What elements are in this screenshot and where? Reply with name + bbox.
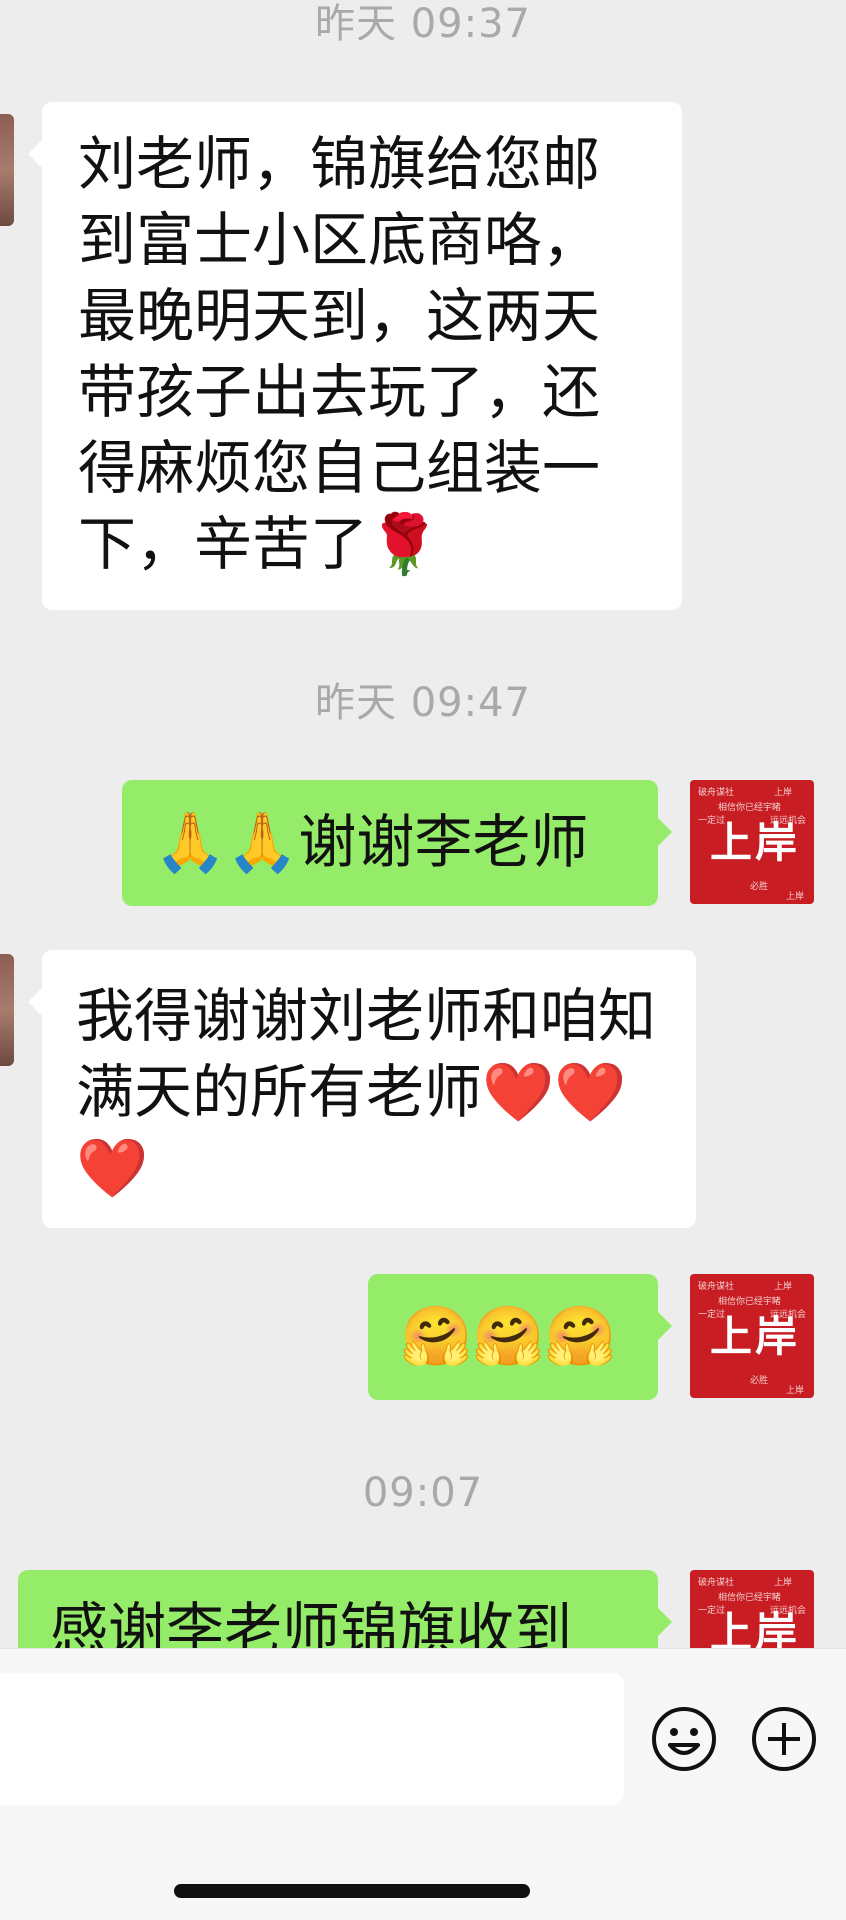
avatar-text: 上岸	[774, 788, 793, 798]
message-timestamp: 昨天 09:47	[315, 680, 531, 726]
message-text: 🤗🤗🤗	[400, 1302, 617, 1370]
avatar-text: 相信你已经宇睹	[718, 1297, 782, 1307]
my-avatar[interactable]: 破舟谋社 上岸 相信你已经宇睹 一定过 远远机会 上岸 必胜 上岸	[690, 1274, 814, 1398]
chat-input-bar	[0, 1648, 846, 1920]
outgoing-message[interactable]: 🙏🙏谢谢李老师	[122, 780, 672, 906]
avatar-text: 破舟谋社	[698, 788, 735, 798]
message-input[interactable]	[0, 1673, 624, 1805]
incoming-message[interactable]: 刘老师，锦旗给您邮到富士小区底商咯，最晚明天到，这两天带孩子出去玩了，还得麻烦您…	[28, 102, 682, 610]
contact-avatar[interactable]	[0, 954, 14, 1066]
home-indicator[interactable]	[174, 1884, 530, 1898]
avatar-big-text: 上岸	[710, 1312, 801, 1361]
avatar-text: 必胜	[750, 882, 769, 892]
contact-avatar[interactable]	[0, 114, 14, 226]
message-timestamp: 09:07	[362, 1470, 484, 1516]
message-text: 我得谢谢刘老师和咱知满天的所有老师❤️❤️❤️	[76, 982, 657, 1202]
avatar-text: 破舟谋社	[698, 1282, 735, 1292]
my-avatar[interactable]: 破舟谋社 上岸 相信你已经宇睹 一定过 远远机会 上岸 必胜 上岸	[690, 780, 814, 904]
avatar-text: 破舟谋社	[698, 1578, 735, 1588]
outgoing-message[interactable]: 🤗🤗🤗	[368, 1274, 672, 1400]
avatar-text: 上岸	[774, 1578, 793, 1588]
emoji-face-icon[interactable]	[650, 1705, 718, 1773]
incoming-message[interactable]: 我得谢谢刘老师和咱知满天的所有老师❤️❤️❤️	[28, 950, 696, 1228]
avatar-text: 相信你已经宇睹	[718, 803, 782, 813]
avatar-text: 相信你已经宇睹	[718, 1593, 782, 1603]
chat-screen: 昨天 09:37 刘老师，锦旗给您邮到富士小区底商咯，最晚明天到，这两天带孩子出…	[0, 0, 846, 1920]
avatar-big-text: 上岸	[710, 818, 801, 867]
avatar-text: 上岸	[774, 1282, 793, 1292]
avatar-text: 上岸	[786, 1386, 805, 1396]
chat-message-list: 昨天 09:37 刘老师，锦旗给您邮到富士小区底商咯，最晚明天到，这两天带孩子出…	[0, 0, 846, 1648]
avatar-big-text: 上岸	[710, 1608, 801, 1648]
message-timestamp: 昨天 09:37	[315, 1, 531, 47]
avatar-text: 上岸	[786, 892, 805, 902]
message-text: 感谢李老师锦旗收到	[50, 1596, 573, 1648]
my-avatar[interactable]: 破舟谋社 上岸 相信你已经宇睹 一定过 远远机会 上岸	[690, 1570, 814, 1648]
avatar-text: 必胜	[750, 1376, 769, 1386]
outgoing-message[interactable]: 感谢李老师锦旗收到	[18, 1570, 672, 1648]
message-text: 🙏🙏谢谢李老师	[154, 808, 589, 876]
plus-circle-icon[interactable]	[750, 1705, 818, 1773]
message-text: 刘老师，锦旗给您邮到富士小区底商咯，最晚明天到，这两天带孩子出去玩了，还得麻烦您…	[78, 130, 601, 578]
